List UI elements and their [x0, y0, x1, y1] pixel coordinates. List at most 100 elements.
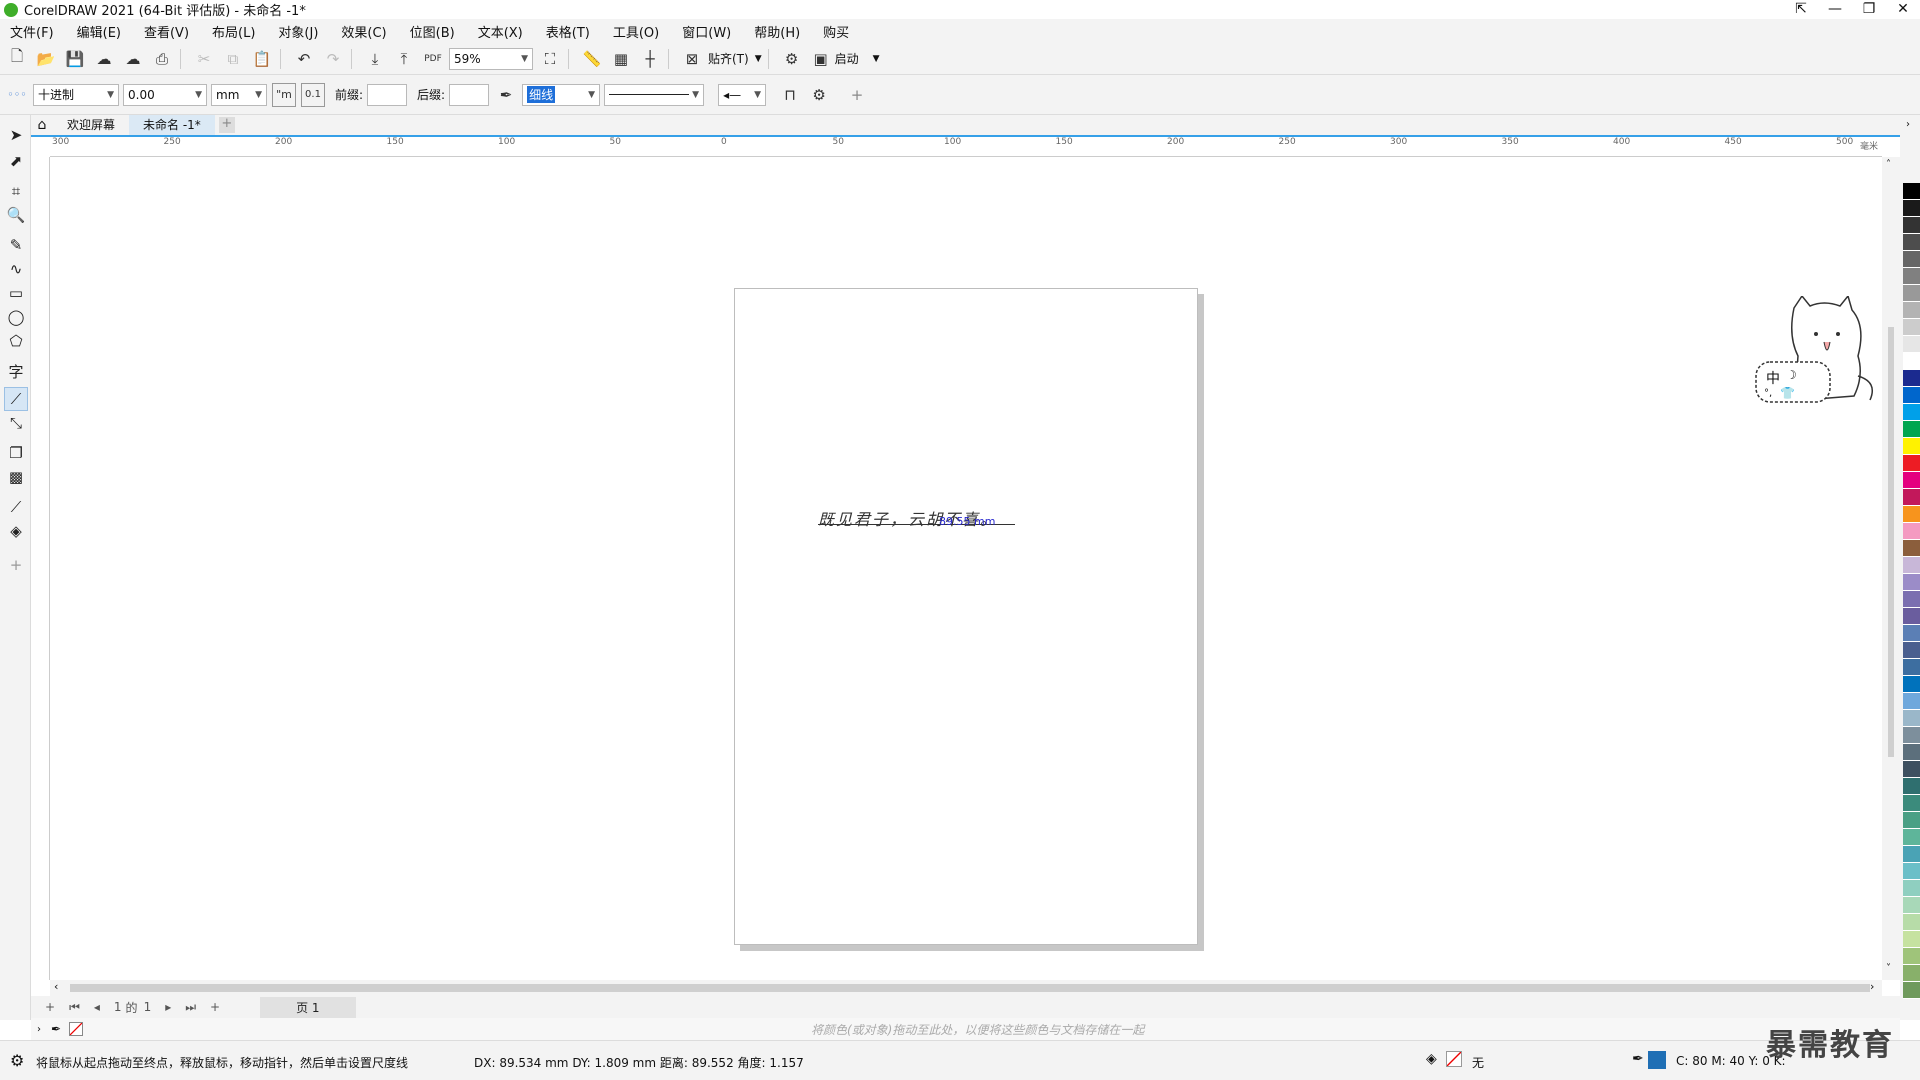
zoom-level-combo[interactable]: 59% ▼: [449, 47, 533, 70]
snap-to-menu[interactable]: 贴齐(T): [708, 50, 749, 67]
cloud-download-icon[interactable]: ☁: [92, 47, 116, 71]
show-grid-icon[interactable]: ▦: [609, 47, 633, 71]
units-combo[interactable]: mm ▼: [211, 83, 267, 106]
show-units-icon[interactable]: "m: [272, 82, 296, 107]
palette-swatch[interactable]: [1903, 676, 1920, 693]
new-document-icon[interactable]: 🗋: [5, 47, 29, 71]
tab-untitled-1[interactable]: 未命名 -1*: [129, 115, 215, 135]
palette-swatch[interactable]: [1903, 302, 1920, 319]
connector-tool-icon[interactable]: ⤡: [4, 411, 28, 435]
ellipse-tool-icon[interactable]: ◯: [4, 305, 28, 329]
pick-tool-icon[interactable]: ➤: [4, 123, 28, 147]
interactive-fill-icon[interactable]: ◈: [4, 519, 28, 543]
transparency-tool-icon[interactable]: ▩: [4, 465, 28, 489]
add-property-icon[interactable]: +: [845, 83, 869, 107]
palette-swatch[interactable]: [1903, 625, 1920, 642]
next-page-icon[interactable]: ▸: [165, 1000, 171, 1014]
prefix-input[interactable]: [367, 83, 408, 106]
menu-buy[interactable]: 购买: [823, 22, 849, 41]
undo-icon[interactable]: ↶: [292, 47, 316, 71]
add-tool-icon[interactable]: +: [4, 553, 28, 577]
palette-swatch[interactable]: [1903, 982, 1920, 999]
cut-icon[interactable]: ✂: [192, 47, 216, 71]
menu-tools[interactable]: 工具(O): [613, 22, 659, 41]
export-icon[interactable]: ⤒: [392, 47, 416, 71]
add-page-after-icon[interactable]: +: [210, 1000, 220, 1014]
palette-swatch[interactable]: [1903, 353, 1920, 370]
palette-swatch[interactable]: [1903, 370, 1920, 387]
open-folder-icon[interactable]: 📂: [34, 47, 58, 71]
palette-swatch[interactable]: [1903, 336, 1920, 353]
palette-swatch[interactable]: [1903, 829, 1920, 846]
redo-icon[interactable]: ↷: [321, 47, 345, 71]
no-color-swatch[interactable]: [69, 1022, 84, 1036]
unit-style-combo[interactable]: 十进制 ▼: [33, 83, 119, 106]
maximize-button[interactable]: ❐: [1852, 0, 1886, 19]
launch-icon[interactable]: ▣: [809, 47, 833, 71]
palette-swatch[interactable]: [1903, 455, 1920, 472]
palette-swatch[interactable]: [1903, 948, 1920, 965]
rectangle-tool-icon[interactable]: ▭: [4, 281, 28, 305]
palette-swatch[interactable]: [1903, 863, 1920, 880]
chevron-down-icon[interactable]: ▼: [755, 54, 762, 64]
prev-page-icon[interactable]: ◂: [94, 1000, 100, 1014]
snap-off-icon[interactable]: ⊠: [680, 47, 704, 71]
palette-swatch[interactable]: [1903, 846, 1920, 863]
menu-file[interactable]: 文件(F): [10, 22, 54, 41]
palette-swatch[interactable]: [1903, 387, 1920, 404]
chevron-up-icon[interactable]: ˄: [1886, 159, 1891, 170]
palette-swatch[interactable]: [1903, 183, 1920, 200]
outline-color-swatch[interactable]: [1648, 1051, 1666, 1069]
vertical-ruler[interactable]: [31, 157, 50, 980]
eyedropper-icon[interactable]: ✒: [51, 1022, 61, 1036]
status-gear-icon[interactable]: ⚙: [10, 1051, 24, 1070]
palette-swatch[interactable]: [1903, 421, 1920, 438]
chevron-left-icon[interactable]: ‹: [54, 980, 58, 993]
chevron-right-icon[interactable]: ›: [37, 1024, 41, 1035]
palette-swatch[interactable]: [1903, 268, 1920, 285]
menu-object[interactable]: 对象(J): [278, 22, 318, 41]
restore-panel-icon[interactable]: ⇱: [1784, 0, 1818, 19]
menu-help[interactable]: 帮助(H): [754, 22, 800, 41]
palette-swatch[interactable]: [1903, 557, 1920, 574]
text-position-icon[interactable]: ⊓: [778, 83, 802, 107]
show-guidelines-icon[interactable]: ┼: [638, 47, 662, 71]
palette-swatch[interactable]: [1903, 914, 1920, 931]
copy-icon[interactable]: ⧉: [221, 47, 245, 71]
vertical-scrollbar[interactable]: ˄ ˅: [1882, 157, 1900, 980]
show-rulers-icon[interactable]: 📏: [580, 47, 604, 71]
page-tab-1[interactable]: 页 1: [260, 996, 356, 1018]
palette-swatch[interactable]: [1903, 795, 1920, 812]
home-icon[interactable]: ⌂: [31, 117, 53, 133]
palette-swatch[interactable]: [1903, 540, 1920, 557]
palette-swatch[interactable]: [1903, 489, 1920, 506]
palette-swatch[interactable]: [1903, 778, 1920, 795]
polygon-tool-icon[interactable]: ⬠: [4, 329, 28, 353]
chevron-down-icon[interactable]: ▼: [873, 54, 880, 64]
palette-swatch[interactable]: [1903, 608, 1920, 625]
arrowhead-combo[interactable]: ◂— ▼: [718, 83, 767, 106]
document-page[interactable]: [734, 288, 1198, 945]
palette-swatch[interactable]: [1903, 523, 1920, 540]
show-leading-zero-icon[interactable]: 0.1: [301, 82, 325, 107]
suffix-input[interactable]: [449, 83, 490, 106]
print-icon[interactable]: ⎙: [150, 47, 174, 71]
chevron-down-icon[interactable]: ˅: [1886, 963, 1891, 974]
paste-icon[interactable]: 📋: [250, 47, 274, 71]
cloud-upload-icon[interactable]: ☁: [121, 47, 145, 71]
palette-swatch[interactable]: [1903, 965, 1920, 982]
palette-swatch[interactable]: [1903, 880, 1920, 897]
last-page-icon[interactable]: ⏭: [185, 1000, 196, 1015]
palette-swatch[interactable]: [1903, 642, 1920, 659]
palette-swatch[interactable]: [1903, 931, 1920, 948]
palette-swatch[interactable]: [1903, 727, 1920, 744]
first-page-icon[interactable]: ⏮: [69, 1000, 80, 1015]
palette-swatch[interactable]: [1903, 812, 1920, 829]
new-tab-button[interactable]: +: [218, 117, 235, 133]
crop-tool-icon[interactable]: ⌗: [4, 179, 28, 203]
menu-layout[interactable]: 布局(L): [212, 22, 255, 41]
palette-swatch[interactable]: [1903, 693, 1920, 710]
palette-swatch[interactable]: [1903, 591, 1920, 608]
line-style-combo[interactable]: ▼: [604, 83, 705, 106]
outline-width-combo[interactable]: 细线 ▼: [522, 83, 601, 106]
